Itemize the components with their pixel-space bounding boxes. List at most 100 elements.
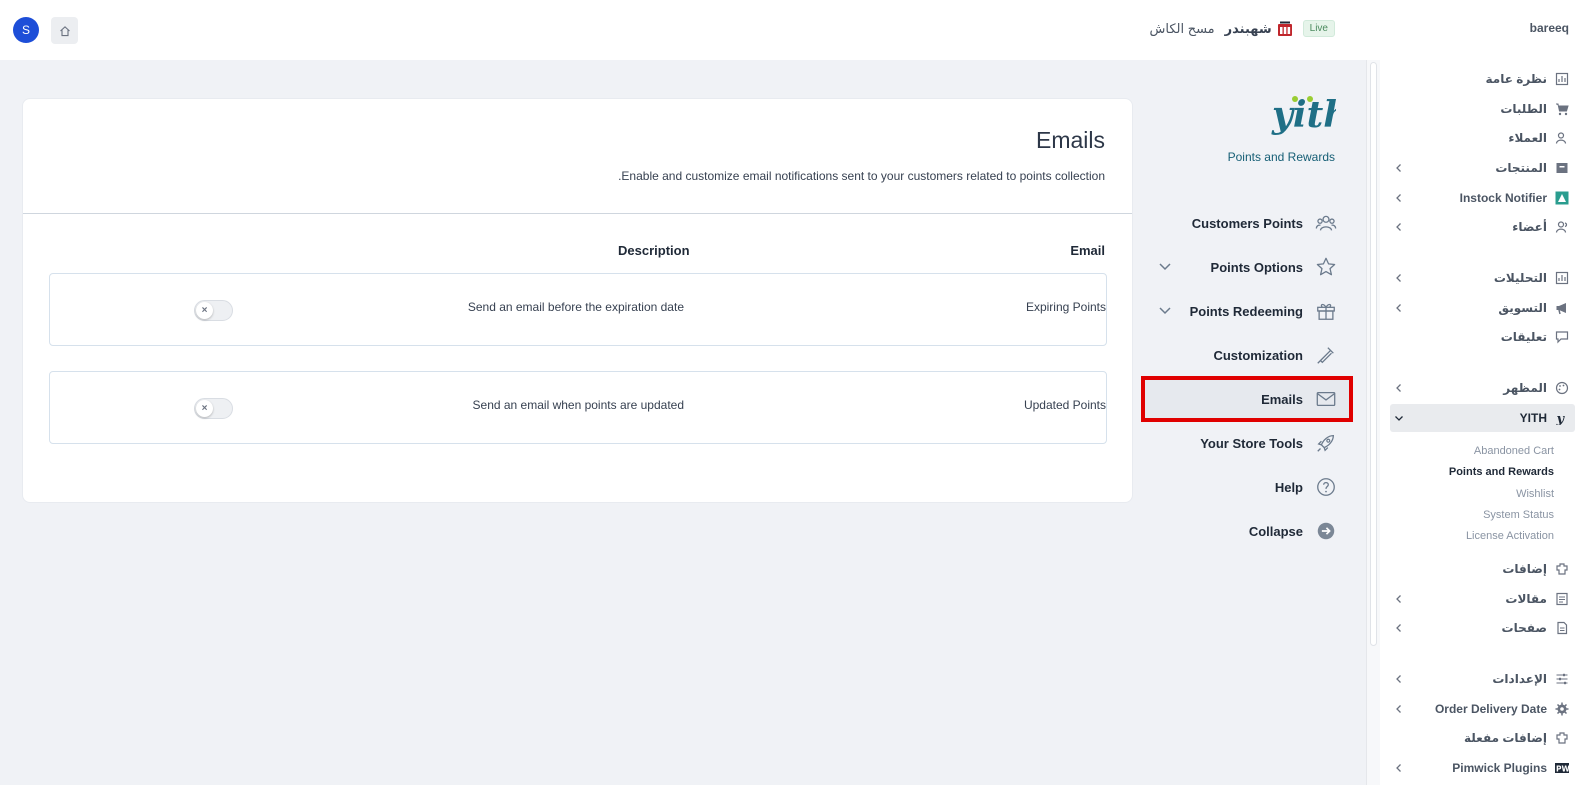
sidebar-item-appearance[interactable]: المظهر <box>1390 374 1575 402</box>
top-actions: Live شهبندر مسح الكاش <box>1150 20 1335 37</box>
store-name[interactable]: bareeq <box>1530 21 1569 35</box>
analytics-icon <box>1555 271 1569 285</box>
sidebar-item-pages[interactable]: صفحات <box>1390 614 1575 642</box>
plugin-nav-collapse[interactable]: Collapse <box>1145 512 1349 550</box>
sidebar-item-pimwick-plugins[interactable]: Pimwick Plugins PW <box>1390 754 1575 782</box>
plugin-nav-store-tools[interactable]: Your Store Tools <box>1145 424 1349 462</box>
chevron-down-icon[interactable] <box>1158 259 1172 273</box>
members-icon <box>1555 221 1568 233</box>
plugin-nav-emails[interactable]: Emails <box>1141 376 1353 422</box>
email-name: Updated Points <box>1023 398 1106 412</box>
svg-text:yith: yith <box>1271 94 1336 136</box>
scrollbar-thumb[interactable] <box>1370 62 1377 646</box>
sidebar-subitem-wishlist[interactable]: Wishlist <box>1516 488 1554 500</box>
sidebar-item-label: الطلبات <box>1500 102 1547 116</box>
email-description: Send an email before the expiration date <box>467 300 684 314</box>
sidebar-item-plugins[interactable]: إضافات <box>1390 555 1575 583</box>
svg-text:PW: PW <box>1556 765 1569 774</box>
brand-logo-icon <box>1277 21 1292 36</box>
gear-icon <box>1555 702 1569 716</box>
star-icon <box>1316 257 1336 276</box>
sidebar-item-active-plugins[interactable]: إضافات مفعلة <box>1390 724 1575 752</box>
plugin-nav-label: Points Options <box>1210 259 1303 275</box>
sidebar-item-settings[interactable]: الإعدادات <box>1390 665 1575 693</box>
svg-text:y: y <box>1556 412 1566 425</box>
page-description: .Enable and customize email notification… <box>618 169 1105 183</box>
sidebar-item-label: إضافات <box>1502 562 1547 576</box>
chevron-left-icon <box>1396 304 1401 312</box>
main-scrollbar[interactable] <box>1366 60 1380 785</box>
user-avatar[interactable]: S <box>13 17 39 43</box>
chevron-left-icon <box>1396 705 1401 713</box>
page-title: Emails <box>1035 127 1105 153</box>
sidebar-subitem-abandoned-cart[interactable]: Abandoned Cart <box>1474 445 1554 457</box>
enable-toggle[interactable]: × <box>194 398 233 419</box>
plugin-nav-points-redeeming[interactable]: Points Redeeming <box>1145 292 1349 330</box>
arrow-circle-icon <box>1317 522 1335 540</box>
rocket-icon <box>1317 435 1334 452</box>
enable-toggle[interactable]: × <box>194 300 233 321</box>
live-badge: Live <box>1302 20 1335 37</box>
dashboard-icon <box>1555 72 1569 86</box>
sidebar-item-orders[interactable]: الطلبات <box>1390 95 1575 123</box>
avatar-letter: S <box>21 23 30 37</box>
email-row-updated-points: Updated Points Send an email when points… <box>49 371 1107 444</box>
pw-icon: PW <box>1555 763 1569 774</box>
sidebar-subitem-system-status[interactable]: System Status <box>1483 509 1554 521</box>
chevron-left-icon <box>1396 624 1401 632</box>
chevron-left-icon <box>1396 384 1401 392</box>
question-icon <box>1317 478 1335 496</box>
email-description: Send an email when points are updated <box>472 398 684 412</box>
sidebar-item-label: YITH <box>1519 411 1547 425</box>
palette-icon <box>1555 381 1569 395</box>
sidebar-item-order-delivery-date[interactable]: Order Delivery Date <box>1390 695 1575 723</box>
chevron-down-icon[interactable] <box>1158 303 1172 317</box>
sidebar-item-label: نظرة عامة <box>1485 72 1548 86</box>
chevron-left-icon <box>1396 194 1401 202</box>
sidebar-subitem-license-activation[interactable]: License Activation <box>1466 530 1554 542</box>
plugin-nav-label: Customers Points <box>1191 215 1303 231</box>
sidebar-item-members[interactable]: أعضاء <box>1390 213 1575 241</box>
sidebar-item-overview[interactable]: نظرة عامة <box>1390 65 1575 93</box>
column-header-email: Email <box>1070 243 1105 258</box>
sidebar-item-label: إضافات مفعلة <box>1464 731 1547 745</box>
plugin-subtitle: Points and Rewards <box>1227 150 1335 164</box>
brand-label: شهبندر <box>1224 20 1272 36</box>
sidebar-item-label: أعضاء <box>1512 220 1547 234</box>
sidebar-item-analytics[interactable]: التحليلات <box>1390 264 1575 292</box>
sidebar-item-label: Order Delivery Date <box>1434 702 1547 716</box>
top-bar: S Live شهبندر مسح الكاش bareeq <box>0 0 1593 60</box>
sidebar-item-label: تعليقات <box>1500 330 1547 344</box>
sidebar-item-instock-notifier[interactable]: Instock Notifier <box>1390 184 1575 212</box>
chevron-left-icon <box>1396 164 1401 172</box>
sidebar-item-label: العملاء <box>1508 131 1547 145</box>
plugin-nav-points-options[interactable]: Points Options <box>1145 248 1349 286</box>
gift-icon <box>1317 303 1335 320</box>
plugin-nav-customers-points[interactable]: Customers Points <box>1145 204 1349 242</box>
sidebar-item-posts[interactable]: مقالات <box>1390 585 1575 613</box>
toggle-off-icon: × <box>196 400 213 417</box>
home-button[interactable] <box>51 17 78 44</box>
box-icon <box>1556 163 1568 173</box>
emails-card: Emails .Enable and customize email notif… <box>22 98 1133 503</box>
pages-icon <box>1557 621 1568 635</box>
sidebar-item-marketing[interactable]: التسويق <box>1390 294 1575 322</box>
sidebar-item-products[interactable]: المنتجات <box>1390 154 1575 182</box>
settings-icon <box>1556 673 1568 685</box>
brand-link[interactable]: شهبندر <box>1225 21 1293 37</box>
eyedropper-icon <box>1317 347 1334 364</box>
sidebar-item-customers[interactable]: العملاء <box>1390 124 1575 152</box>
plugin-nav-customization[interactable]: Customization <box>1145 336 1349 374</box>
sidebar-item-label: المنتجات <box>1495 161 1547 175</box>
envelope-icon <box>1316 391 1336 407</box>
sidebar-item-label: Pimwick Plugins <box>1452 761 1547 775</box>
plugin-nav-label: Help <box>1274 479 1303 495</box>
card-divider <box>23 213 1132 214</box>
plugin-nav-help[interactable]: Help <box>1145 468 1349 506</box>
column-header-description: Description <box>618 243 690 258</box>
sidebar-subitem-points-and-rewards[interactable]: Points and Rewards <box>1449 466 1554 478</box>
sidebar-item-comments[interactable]: تعليقات <box>1390 323 1575 351</box>
sidebar-item-yith[interactable]: YITH y <box>1390 404 1575 432</box>
clear-cache-link[interactable]: مسح الكاش <box>1150 21 1215 37</box>
chevron-left-icon <box>1396 675 1401 683</box>
